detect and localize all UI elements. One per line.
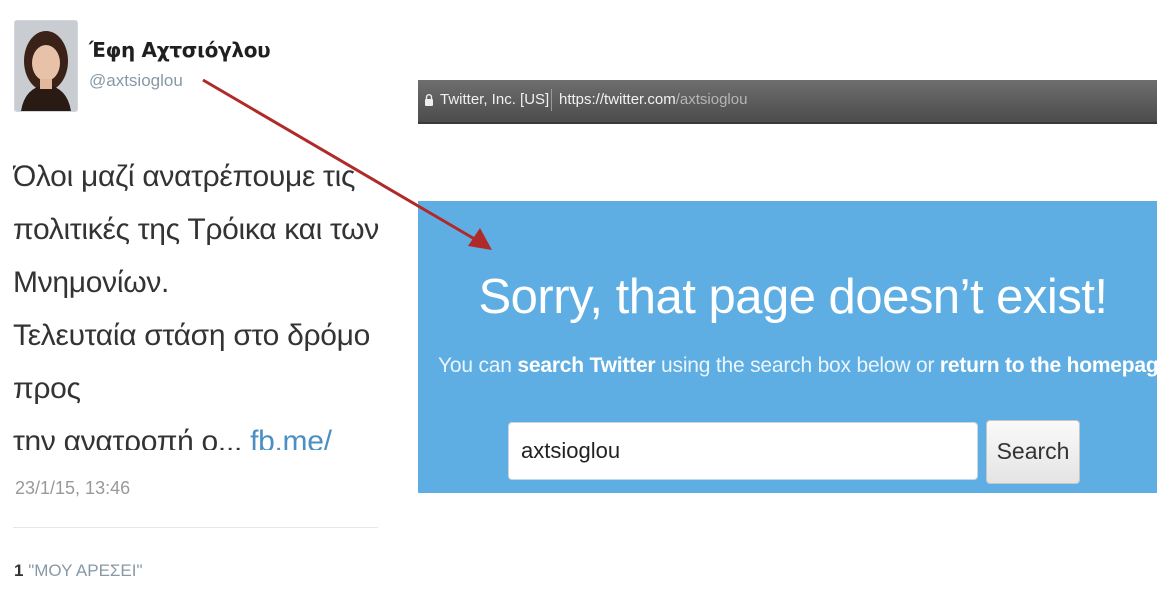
likes-count[interactable]: 1 "ΜΟΥ ΑΡΕΣΕΙ": [14, 561, 143, 581]
search-twitter-link[interactable]: search Twitter: [517, 354, 655, 377]
url-host: https://twitter.com: [559, 91, 676, 108]
url-text[interactable]: https://twitter.com/axtsioglou: [559, 91, 747, 108]
subtitle-middle: using the search box below or: [655, 354, 940, 377]
site-identity[interactable]: Twitter, Inc. [US]: [440, 91, 549, 108]
tweet-text: Όλοι μαζί ανατρέπουμε τις πολιτικές της …: [13, 150, 388, 450]
likes-label: "ΜΟΥ ΑΡΕΣΕΙ": [28, 561, 143, 580]
tweet-body: Όλοι μαζί ανατρέπουμε τις πολιτικές της …: [13, 160, 379, 450]
url-path: /axtsioglou: [675, 91, 748, 108]
address-separator: [551, 89, 552, 111]
tweet-card: Έφη Αχτσιόγλου @axtsioglou Όλοι μαζί ανα…: [0, 0, 400, 600]
tweet-timestamp[interactable]: 23/1/15, 13:46: [15, 478, 130, 499]
profile-photo: [15, 21, 77, 111]
author-handle[interactable]: @axtsioglou: [89, 71, 183, 91]
subtitle-prefix: You can: [438, 354, 518, 377]
homepage-link[interactable]: return to the homepage: [940, 354, 1157, 377]
error-page: Sorry, that page doesn’t exist! You can …: [418, 201, 1157, 493]
lock-icon: [425, 94, 433, 106]
address-bar[interactable]: Twitter, Inc. [US] https://twitter.com/a…: [418, 80, 1157, 124]
likes-number: 1: [14, 561, 24, 580]
error-subtitle: You can search Twitter using the search …: [438, 354, 1157, 378]
error-title: Sorry, that page doesn’t exist!: [478, 270, 1108, 324]
search-button[interactable]: Search: [986, 420, 1080, 484]
search-input[interactable]: axtsioglou: [508, 422, 978, 480]
avatar[interactable]: [14, 20, 78, 112]
author-name[interactable]: Έφη Αχτσιόγλου: [89, 38, 271, 62]
divider: [13, 527, 378, 528]
